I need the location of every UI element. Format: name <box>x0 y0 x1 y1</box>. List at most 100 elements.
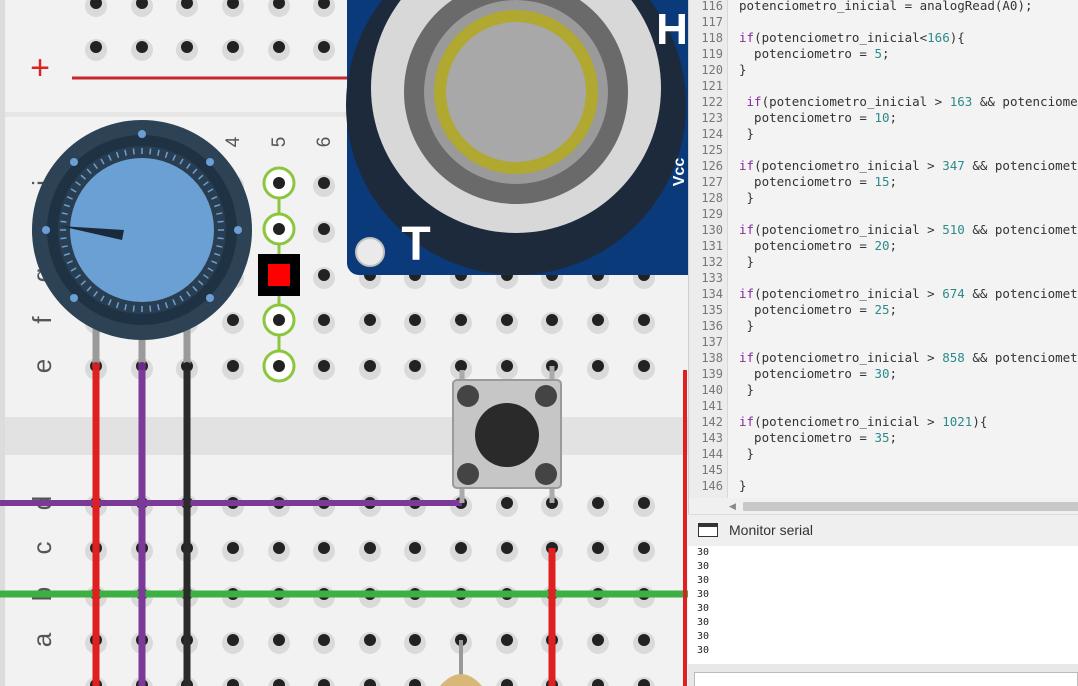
code-line[interactable]: if(potenciometro_inicial<166){ <box>739 30 965 46</box>
breadboard-hole[interactable] <box>501 360 513 372</box>
line-number: 122 <box>701 95 723 109</box>
code-line[interactable]: potenciometro = 35; <box>739 430 897 446</box>
code-line[interactable]: } <box>739 318 755 334</box>
code-line[interactable]: potenciometro = 15; <box>739 174 897 190</box>
breadboard-hole[interactable] <box>227 314 239 326</box>
code-line[interactable]: if(potenciometro_inicial > 1021){ <box>739 414 987 430</box>
breadboard-hole[interactable] <box>364 634 376 646</box>
code-line[interactable]: potenciometro = 25; <box>739 302 897 318</box>
breadboard-hole[interactable] <box>638 360 650 372</box>
code-line[interactable]: } <box>739 190 755 206</box>
line-number: 141 <box>701 399 723 413</box>
code-text: (potenciometro_inicial > <box>754 286 943 301</box>
selected-hole-marker[interactable] <box>258 254 300 296</box>
code-text: (potenciometro_inicial > <box>754 222 943 237</box>
breadboard-hole[interactable] <box>273 41 285 53</box>
serial-monitor-header: Monitor serial <box>688 514 1078 547</box>
code-line[interactable]: } <box>739 478 747 494</box>
breadboard-hole[interactable] <box>318 223 330 235</box>
breadboard-hole[interactable] <box>501 634 513 646</box>
breadboard-hole[interactable] <box>227 41 239 53</box>
breadboard-hole[interactable] <box>592 314 604 326</box>
code-text: potenciometro = <box>739 46 875 61</box>
breadboard-hole[interactable] <box>638 497 650 509</box>
sensor-label-t: T <box>401 218 430 271</box>
breadboard-hole[interactable] <box>318 41 330 53</box>
breadboard-hole[interactable] <box>409 634 421 646</box>
code-line[interactable]: if(potenciometro_inicial > 674 && potenc… <box>739 286 1078 302</box>
line-number: 116 <box>701 0 723 13</box>
line-number: 139 <box>701 367 723 381</box>
breadboard-hole[interactable] <box>318 360 330 372</box>
breadboard-hole[interactable] <box>136 41 148 53</box>
breadboard-hole[interactable] <box>638 542 650 554</box>
breadboard-hole[interactable] <box>501 542 513 554</box>
breadboard-hole[interactable] <box>181 41 193 53</box>
code-line[interactable]: } <box>739 254 755 270</box>
column-number-6: 6 <box>314 137 335 148</box>
line-number-gutter: 116 117 118 119 120 121 122 123 124 125 126 127 128 1… <box>689 0 728 498</box>
code-line[interactable]: } <box>739 446 755 462</box>
code-keyword: if <box>739 414 755 429</box>
code-number: 25 <box>874 302 890 317</box>
breadboard-hole[interactable] <box>455 314 467 326</box>
code-text: ; <box>889 302 898 317</box>
breadboard-hole[interactable] <box>318 269 330 281</box>
code-line[interactable]: potenciometro = 30; <box>739 366 897 382</box>
serial-output-line: 30 <box>697 617 710 628</box>
editor-horizontal-scrollbar[interactable]: ◀ <box>688 498 1078 514</box>
sensor-module[interactable]: H T Vcc <box>346 0 688 275</box>
scroll-left-icon[interactable]: ◀ <box>729 501 736 512</box>
code-line[interactable]: potenciometro = 20; <box>739 238 897 254</box>
code-line[interactable]: } <box>739 126 755 142</box>
breadboard-hole[interactable] <box>273 634 285 646</box>
breadboard-hole[interactable] <box>227 634 239 646</box>
breadboard-hole[interactable] <box>592 542 604 554</box>
scrollbar-thumb[interactable] <box>743 502 1078 511</box>
breadboard-hole[interactable] <box>592 497 604 509</box>
breadboard-hole[interactable] <box>227 542 239 554</box>
breadboard-hole[interactable] <box>592 360 604 372</box>
breadboard-hole[interactable] <box>364 542 376 554</box>
pushbutton[interactable] <box>452 366 562 503</box>
code-line[interactable]: if(potenciometro_inicial > 163 && potenc… <box>739 94 1078 110</box>
code-editor[interactable]: 116 117 118 119 120 121 122 123 124 125 126 127 128 1… <box>688 0 1078 498</box>
code-line[interactable]: potenciometro_inicial = analogRead(A0); <box>739 0 1033 14</box>
breadboard-hole[interactable] <box>318 177 330 189</box>
code-number: 5 <box>874 46 882 61</box>
code-text: (potenciometro_inicial > <box>754 158 943 173</box>
breadboard-hole[interactable] <box>318 634 330 646</box>
line-number: 133 <box>701 271 723 285</box>
breadboard-hole[interactable] <box>90 41 102 53</box>
breadboard-hole[interactable] <box>409 314 421 326</box>
breadboard-hole[interactable] <box>364 314 376 326</box>
breadboard-hole[interactable] <box>501 314 513 326</box>
breadboard-hole[interactable] <box>273 542 285 554</box>
breadboard-hole[interactable] <box>546 314 558 326</box>
code-text: ; <box>889 174 898 189</box>
breadboard-hole[interactable] <box>592 634 604 646</box>
breadboard-hole[interactable] <box>318 314 330 326</box>
code-line[interactable]: if(potenciometro_inicial > 510 && potenc… <box>739 222 1078 238</box>
breadboard-hole[interactable] <box>501 497 513 509</box>
code-text: } <box>739 62 747 77</box>
breadboard-hole[interactable] <box>638 314 650 326</box>
breadboard-hole[interactable] <box>409 542 421 554</box>
breadboard-hole[interactable] <box>455 542 467 554</box>
circuit-simulation-canvas[interactable]: + 4 5 6 i h g f e d c b a <box>0 0 688 686</box>
code-line[interactable]: if(potenciometro_inicial > 347 && potenc… <box>739 158 1078 174</box>
code-number: 1021 <box>942 414 973 429</box>
breadboard-hole[interactable] <box>364 360 376 372</box>
code-line[interactable]: } <box>739 62 747 78</box>
potentiometer-knob[interactable] <box>32 120 252 340</box>
breadboard-hole[interactable] <box>318 542 330 554</box>
serial-input-field[interactable] <box>694 672 1078 686</box>
code-line[interactable]: potenciometro = 5; <box>739 46 889 62</box>
line-number: 119 <box>701 47 723 61</box>
code-line[interactable]: if(potenciometro_inicial > 858 && potenc… <box>739 350 1078 366</box>
code-line[interactable]: } <box>739 382 755 398</box>
breadboard-hole[interactable] <box>227 360 239 372</box>
breadboard-hole[interactable] <box>638 634 650 646</box>
breadboard-hole[interactable] <box>409 360 421 372</box>
code-line[interactable]: potenciometro = 10; <box>739 110 897 126</box>
